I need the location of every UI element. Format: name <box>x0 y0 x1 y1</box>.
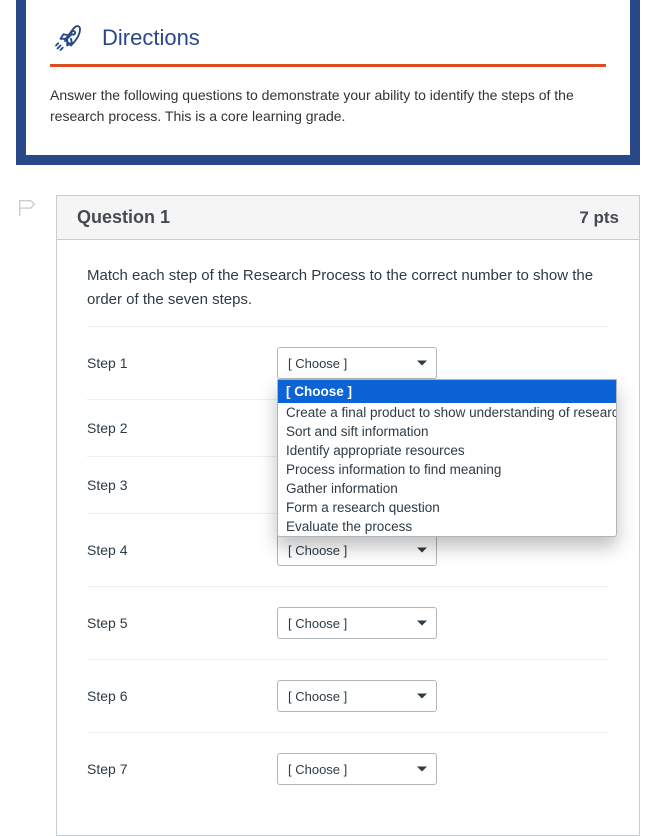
step-label: Step 5 <box>87 615 277 631</box>
step-select-5[interactable]: [ Choose ] <box>277 607 437 639</box>
question-container: Question 1 7 pts Match each step of the … <box>16 195 640 836</box>
dropdown-option[interactable]: Process information to find meaning <box>278 460 616 479</box>
step-select-4[interactable]: [ Choose ] <box>277 534 437 566</box>
directions-frame: Directions Answer the following question… <box>16 0 640 165</box>
step-label: Step 2 <box>87 420 277 436</box>
step-select-7[interactable]: [ Choose ] <box>277 753 437 785</box>
step-label: Step 3 <box>87 477 277 493</box>
flag-column <box>16 195 56 222</box>
directions-body: Answer the following questions to demons… <box>50 85 606 127</box>
directions-card: Directions Answer the following question… <box>26 0 630 155</box>
question-prompt: Match each step of the Research Process … <box>87 264 609 312</box>
dropdown-option[interactable]: Sort and sift information <box>278 422 616 441</box>
dropdown-option[interactable]: Evaluate the process <box>278 517 616 536</box>
dropdown-popover: [ Choose ] Create a final product to sho… <box>277 379 617 537</box>
step-label: Step 6 <box>87 688 277 704</box>
select-value: [ Choose ] <box>288 762 347 777</box>
dropdown-option-selected[interactable]: [ Choose ] <box>278 380 616 403</box>
select-value: [ Choose ] <box>288 356 347 371</box>
question-number: Question 1 <box>77 207 170 228</box>
dropdown-option[interactable]: Gather information <box>278 479 616 498</box>
step-label: Step 1 <box>87 355 277 371</box>
step-row-6: Step 6 [ Choose ] <box>87 659 609 732</box>
directions-header: Directions <box>50 20 606 67</box>
question-header: Question 1 7 pts <box>57 196 639 240</box>
step-row-1: Step 1 [ Choose ] [ Choose ] Create a fi… <box>87 326 609 399</box>
question-body: Match each step of the Research Process … <box>57 240 639 835</box>
dropdown-option[interactable]: Create a final product to show understan… <box>278 403 616 422</box>
dropdown-option[interactable]: Identify appropriate resources <box>278 441 616 460</box>
step-row-5: Step 5 [ Choose ] <box>87 586 609 659</box>
step-row-7: Step 7 [ Choose ] <box>87 732 609 805</box>
select-value: [ Choose ] <box>288 543 347 558</box>
dropdown-option[interactable]: Form a research question <box>278 498 616 517</box>
question-card: Question 1 7 pts Match each step of the … <box>56 195 640 836</box>
select-value: [ Choose ] <box>288 689 347 704</box>
step-label: Step 4 <box>87 542 277 558</box>
rocket-icon <box>50 20 86 56</box>
select-value: [ Choose ] <box>288 616 347 631</box>
step-select-6[interactable]: [ Choose ] <box>277 680 437 712</box>
question-points: 7 pts <box>579 208 619 228</box>
step-label: Step 7 <box>87 761 277 777</box>
directions-title: Directions <box>102 25 200 51</box>
flag-icon[interactable] <box>16 197 38 219</box>
step-select-1[interactable]: [ Choose ] <box>277 347 437 379</box>
